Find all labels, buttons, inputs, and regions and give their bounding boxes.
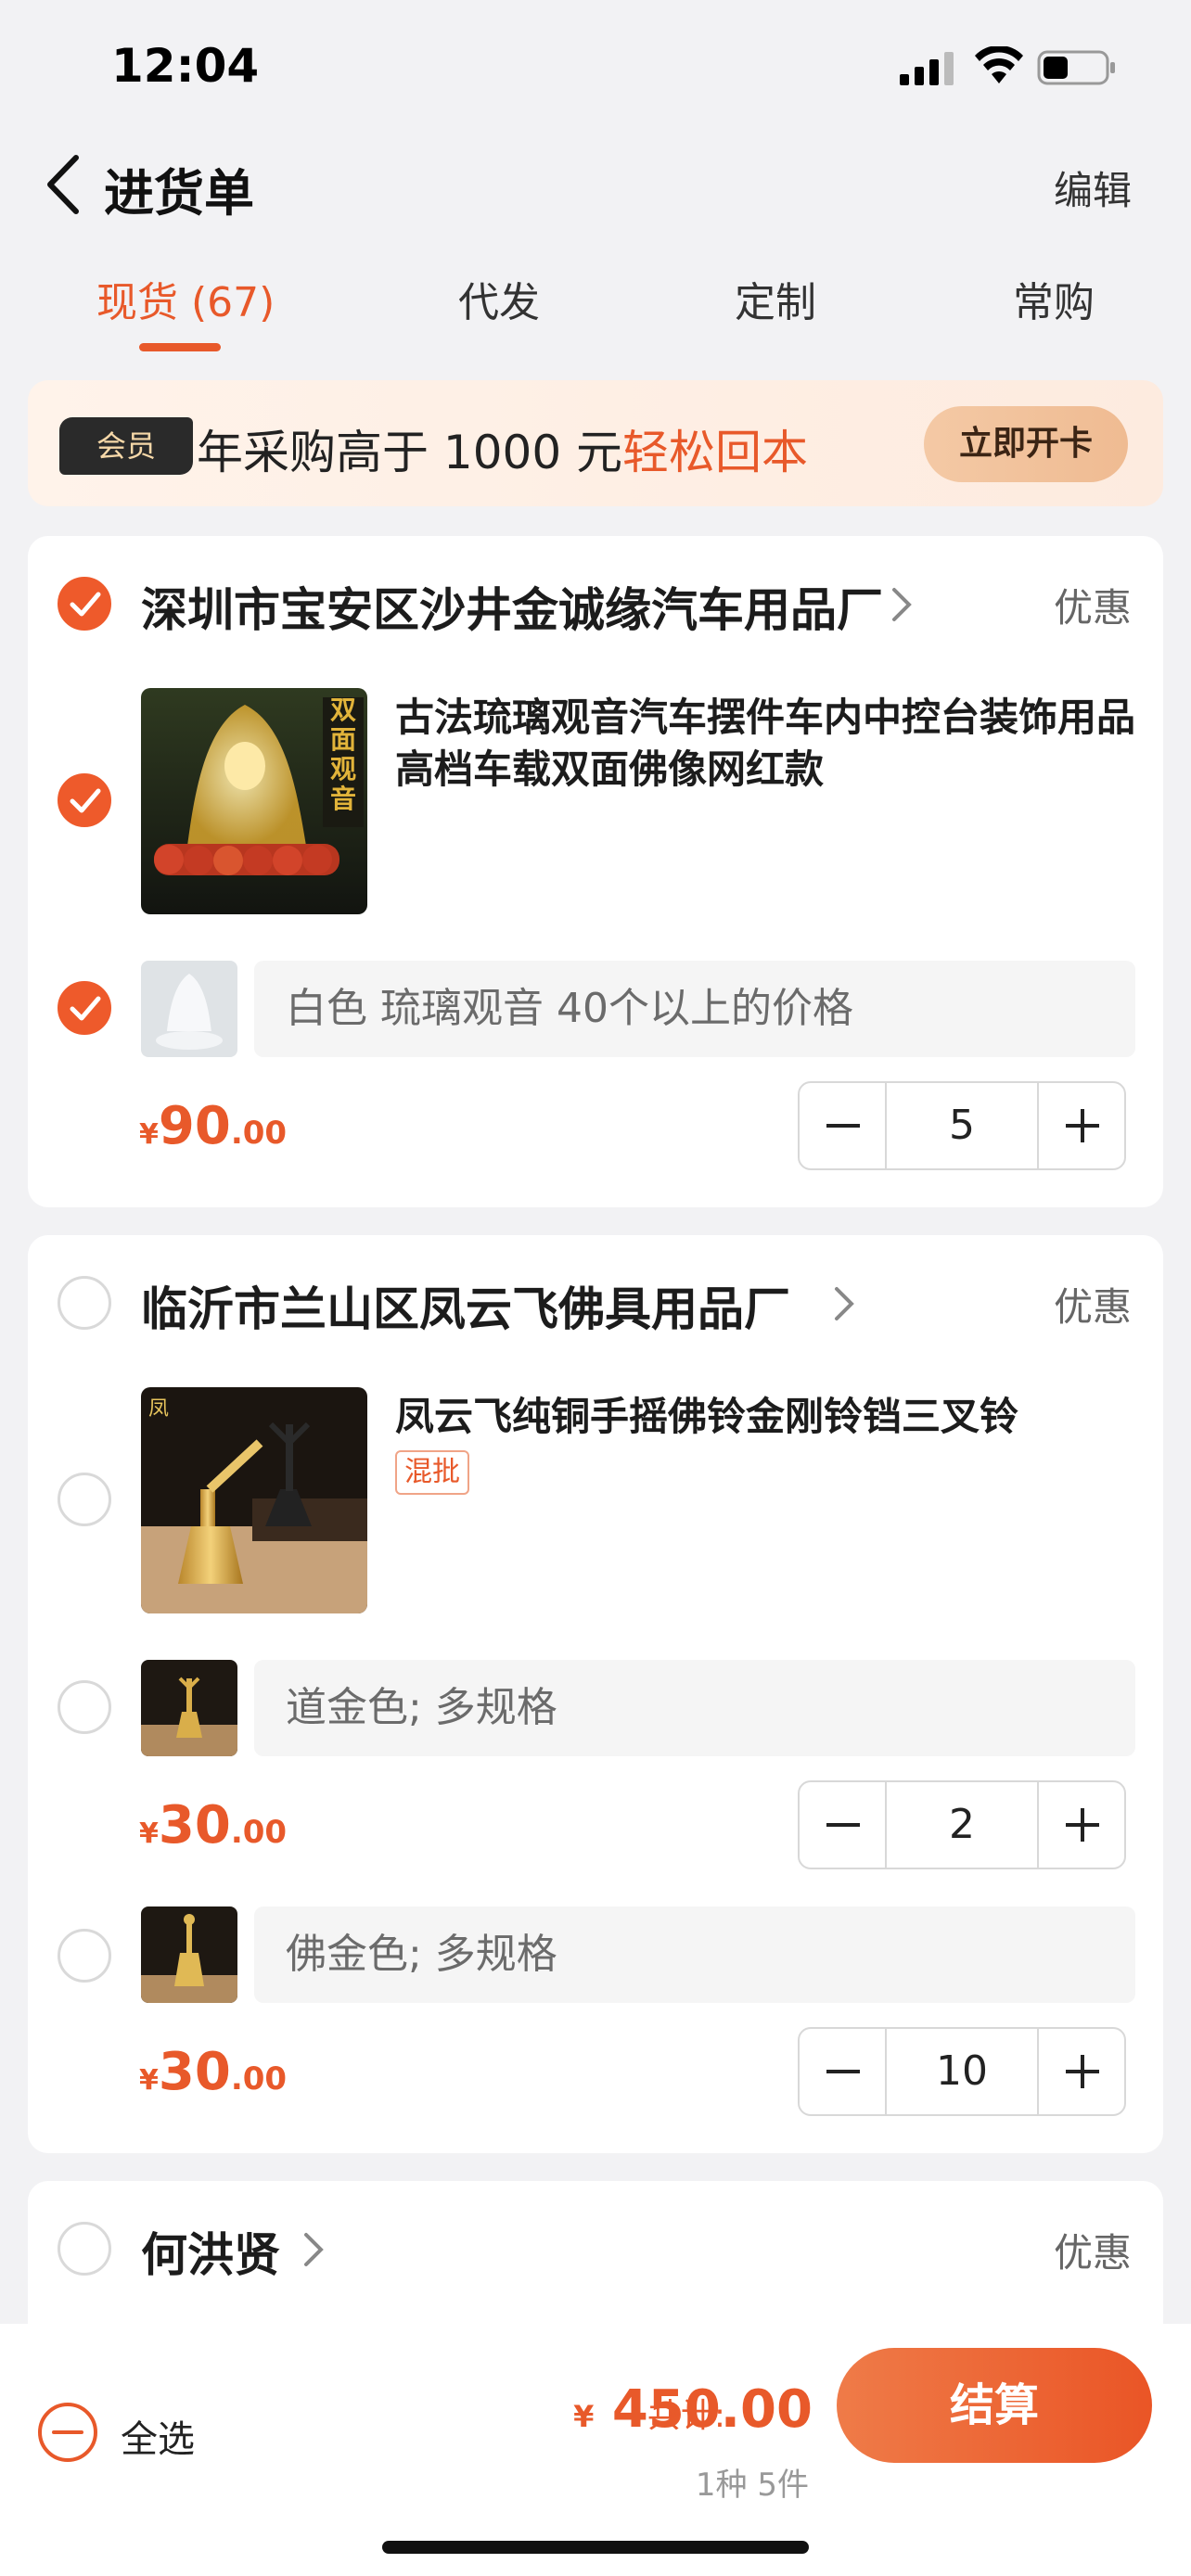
chevron-right-icon[interactable] bbox=[890, 586, 913, 623]
sku-spec[interactable]: 佛金色; 多规格 bbox=[254, 1906, 1135, 2003]
shop-card: 深圳市宝安区沙井金诚缘汽车用品厂 优惠 双面观音 古法琉璃观音汽车摆件车内中控台… bbox=[28, 536, 1163, 1207]
product-checkbox[interactable] bbox=[58, 1473, 111, 1526]
increase-button[interactable] bbox=[1037, 1782, 1124, 1868]
checkout-button[interactable]: 结算 bbox=[837, 2348, 1152, 2463]
shop-name[interactable]: 临沂市兰山区凤云飞佛具用品厂 bbox=[141, 1272, 846, 1339]
minus-icon bbox=[826, 1124, 860, 1128]
tab-in-stock[interactable]: 现货 (67) bbox=[96, 269, 275, 328]
wifi-icon bbox=[975, 46, 1023, 83]
price-integer: 30 bbox=[158, 1795, 231, 1855]
member-banner[interactable]: 会员 年采购高于 1000 元轻松回本 立即开卡 bbox=[28, 380, 1163, 506]
price-currency: ¥ bbox=[139, 2064, 159, 2097]
member-badge: 会员 bbox=[59, 417, 193, 475]
sku-price: ¥30.00 bbox=[139, 1795, 287, 1855]
quantity-stepper: 10 bbox=[798, 2027, 1126, 2116]
shop-name[interactable]: 深圳市宝安区沙井金诚缘汽车用品厂 bbox=[141, 573, 918, 640]
decrease-button[interactable] bbox=[800, 1782, 887, 1868]
plus-icon bbox=[1066, 2055, 1099, 2088]
price-decimal: .00 bbox=[230, 2060, 288, 2098]
sku-price: ¥30.00 bbox=[139, 2042, 287, 2102]
increase-button[interactable] bbox=[1037, 1083, 1124, 1168]
sku-thumbnail[interactable] bbox=[141, 961, 237, 1057]
sku-checkbox[interactable] bbox=[58, 1929, 111, 1983]
minus-icon bbox=[826, 1823, 860, 1827]
open-membership-button[interactable]: 立即开卡 bbox=[924, 406, 1128, 482]
shop-card: 临沂市兰山区凤云飞佛具用品厂 优惠 凤 凤云飞纯铜手摇佛铃金刚铃铛三叉铃 混批 bbox=[28, 1235, 1163, 2153]
sku-thumbnail[interactable] bbox=[141, 1906, 237, 2003]
tab-dropship[interactable]: 代发 bbox=[458, 269, 540, 328]
promo-link[interactable]: 优惠 bbox=[1054, 577, 1132, 633]
battery-icon bbox=[1037, 50, 1115, 85]
shop-checkbox[interactable] bbox=[58, 577, 111, 631]
item-count: 1种 5件 bbox=[695, 2467, 809, 2504]
promo-link[interactable]: 优惠 bbox=[1054, 1276, 1132, 1333]
quantity-input[interactable]: 2 bbox=[887, 1782, 1037, 1868]
tab-indicator bbox=[139, 343, 221, 351]
tab-custom[interactable]: 定制 bbox=[735, 269, 816, 328]
price-integer: 90 bbox=[158, 1096, 231, 1156]
sku-spec[interactable]: 白色 琉璃观音 40个以上的价格 bbox=[254, 961, 1135, 1057]
nav-bar: 进货单 编辑 bbox=[0, 139, 1191, 228]
banner-highlight: 轻松回本 bbox=[622, 426, 809, 479]
buddha-gold-bell-thumbnail bbox=[141, 1906, 237, 2003]
shop-checkbox[interactable] bbox=[58, 1276, 111, 1330]
vajra-bell-image: 凤 bbox=[141, 1387, 367, 1613]
sku-price: ¥90.00 bbox=[139, 1096, 287, 1156]
sku-thumbnail[interactable] bbox=[141, 1660, 237, 1756]
shop-name[interactable]: 何洪贤 bbox=[141, 2218, 327, 2285]
price-currency: ¥ bbox=[139, 1817, 159, 1850]
price-decimal: .00 bbox=[230, 1115, 288, 1152]
quantity-stepper: 5 bbox=[798, 1081, 1126, 1170]
sku-checkbox[interactable] bbox=[58, 981, 111, 1035]
shop-checkbox[interactable] bbox=[58, 2222, 111, 2276]
product-image[interactable]: 双面观音 bbox=[141, 688, 367, 914]
edit-button[interactable]: 编辑 bbox=[1054, 159, 1132, 216]
gold-bell-thumbnail bbox=[141, 1660, 237, 1756]
banner-text: 年采购高于 1000 元轻松回本 bbox=[197, 415, 808, 482]
status-bar: 12:04 bbox=[0, 0, 1191, 130]
page-title: 进货单 bbox=[104, 164, 254, 223]
product-title[interactable]: 凤云飞纯铜手摇佛铃金刚铃铛三叉铃 bbox=[395, 1391, 1137, 1443]
checkout-bar: 全选 共计: ¥ 450.00 1种 5件 结算 bbox=[0, 2324, 1191, 2576]
quantity-stepper: 2 bbox=[798, 1780, 1126, 1869]
mixed-batch-tag: 混批 bbox=[395, 1450, 469, 1495]
chevron-right-icon[interactable] bbox=[302, 2231, 325, 2268]
product-title[interactable]: 古法琉璃观音汽车摆件车内中控台装饰用品高档车载双面佛像网红款 bbox=[395, 692, 1137, 796]
select-all-label[interactable]: 全选 bbox=[121, 2409, 195, 2463]
quantity-input[interactable]: 5 bbox=[887, 1083, 1037, 1168]
total-amount: ¥ 450.00 bbox=[573, 2379, 813, 2440]
banner-text-prefix: 年采购高于 1000 元 bbox=[197, 426, 623, 479]
status-time: 12:04 bbox=[111, 39, 260, 93]
svg-text:凤: 凤 bbox=[148, 1397, 169, 1421]
decrease-button[interactable] bbox=[800, 1083, 887, 1168]
image-overlay-text: 双面观音 bbox=[330, 695, 357, 814]
total-value: 450.00 bbox=[611, 2379, 813, 2440]
price-integer: 30 bbox=[158, 2042, 231, 2102]
price-decimal: .00 bbox=[230, 1814, 288, 1851]
product-image[interactable]: 凤 bbox=[141, 1387, 367, 1613]
price-currency: ¥ bbox=[139, 1118, 159, 1151]
signal-icon bbox=[900, 52, 954, 85]
minus-icon bbox=[826, 2070, 860, 2073]
plus-icon bbox=[1066, 1808, 1099, 1842]
tab-frequent[interactable]: 常购 bbox=[1013, 269, 1095, 328]
total-currency: ¥ bbox=[573, 2399, 595, 2434]
tab-bar: 现货 (67) 代发 定制 常购 bbox=[0, 269, 1191, 362]
sku-checkbox[interactable] bbox=[58, 1680, 111, 1734]
home-indicator[interactable] bbox=[382, 2541, 809, 2554]
sku-spec[interactable]: 道金色; 多规格 bbox=[254, 1660, 1135, 1756]
white-guanyin-thumbnail bbox=[141, 961, 237, 1057]
quantity-input[interactable]: 10 bbox=[887, 2029, 1037, 2114]
select-all-icon[interactable] bbox=[37, 2402, 98, 2463]
increase-button[interactable] bbox=[1037, 2029, 1124, 2114]
promo-link[interactable]: 优惠 bbox=[1054, 2222, 1132, 2278]
back-icon[interactable] bbox=[41, 152, 87, 217]
product-checkbox[interactable] bbox=[58, 773, 111, 827]
plus-icon bbox=[1066, 1109, 1099, 1142]
chevron-right-icon[interactable] bbox=[833, 1285, 855, 1322]
decrease-button[interactable] bbox=[800, 2029, 887, 2114]
